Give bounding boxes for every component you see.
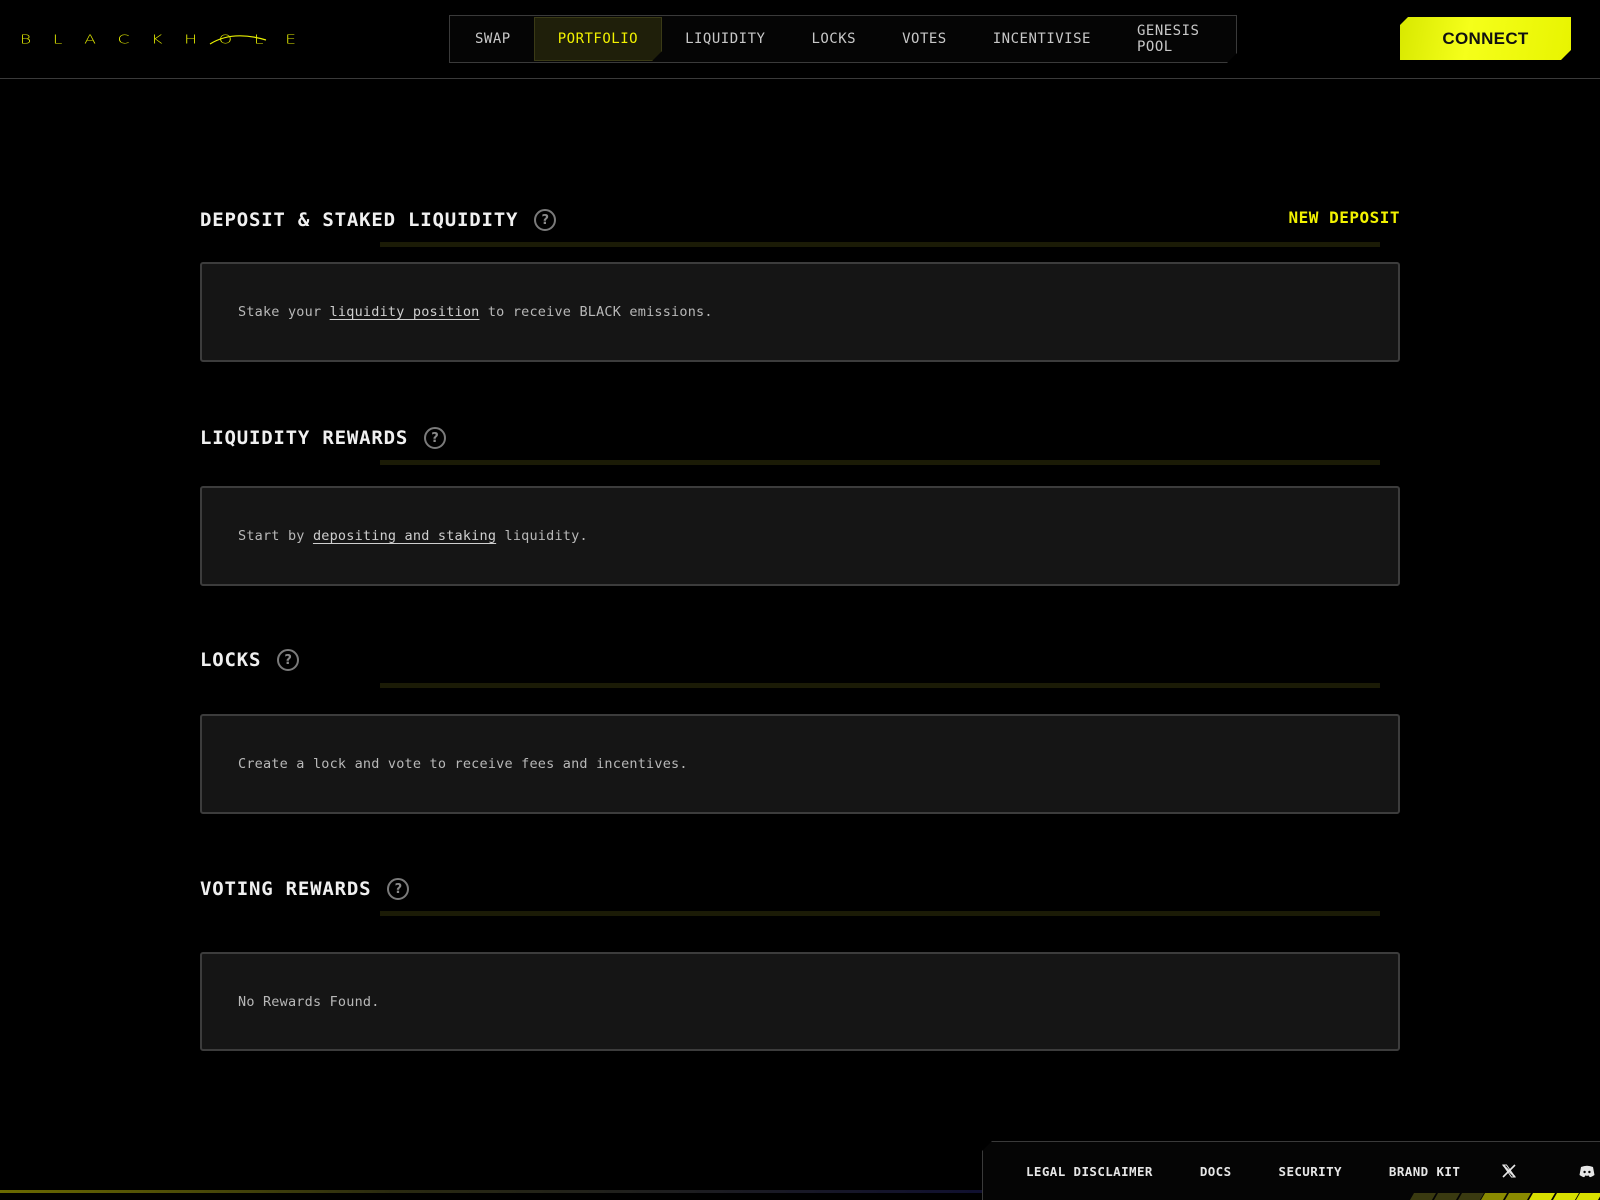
logo-letter: L (52, 32, 63, 48)
help-icon[interactable]: ? (387, 878, 410, 900)
logo-letter: B (20, 32, 32, 48)
liquidity-rewards-card: Start by depositing and staking liquidit… (200, 486, 1400, 586)
nav-item-swap[interactable]: SWAP (452, 17, 534, 61)
new-deposit-link[interactable]: NEW DEPOSIT (1289, 208, 1400, 227)
section-title: VOTING REWARDS (200, 878, 372, 900)
section-divider (380, 683, 1380, 688)
docs-link[interactable]: DOCS (1200, 1164, 1232, 1179)
nav-item-incentivise[interactable]: INCENTIVISE (970, 17, 1114, 61)
logo-letter: E (285, 32, 296, 48)
card-text-prefix: Stake your (238, 304, 330, 320)
card-text-suffix: to receive BLACK emissions. (479, 304, 713, 320)
security-link[interactable]: SECURITY (1279, 1164, 1342, 1179)
help-icon[interactable]: ? (277, 649, 300, 671)
nav-item-portfolio[interactable]: PORTFOLIO (534, 17, 662, 61)
help-icon[interactable]: ? (534, 209, 557, 231)
logo-letter: O (218, 32, 233, 48)
nav-item-genesis-pool[interactable]: GENESIS POOL (1114, 17, 1236, 61)
discord-icon[interactable] (1577, 1161, 1597, 1181)
liquidity-rewards-section: LIQUIDITY REWARDS ? Start by depositing … (200, 418, 1400, 586)
legal-disclaimer-link[interactable]: LEGAL DISCLAIMER (1026, 1164, 1153, 1179)
card-text-prefix: Start by (238, 528, 313, 544)
card-text: No Rewards Found. (238, 993, 380, 1010)
logo-letter: H (184, 32, 197, 48)
blackhole-logo[interactable]: B L A C K H O L E (20, 28, 296, 52)
voting-rewards-section: VOTING REWARDS ? No Rewards Found. (200, 869, 1400, 1051)
section-header: DEPOSIT & STAKED LIQUIDITY ? NEW DEPOSIT (200, 200, 1400, 240)
nav-item-locks[interactable]: LOCKS (788, 17, 879, 61)
nav-item-liquidity[interactable]: LIQUIDITY (662, 17, 788, 61)
logo-letter: C (117, 32, 130, 48)
logo-letter: L (253, 32, 264, 48)
liquidity-position-link[interactable]: liquidity position (330, 304, 480, 320)
deposit-section: DEPOSIT & STAKED LIQUIDITY ? NEW DEPOSIT… (200, 200, 1400, 362)
footer-bar: LEGAL DISCLAIMER DOCS SECURITY BRAND KIT (982, 1141, 1600, 1200)
x-icon[interactable] (1499, 1161, 1519, 1181)
decorative-stripes (1409, 1193, 1600, 1200)
section-header: VOTING REWARDS ? (200, 869, 1400, 909)
connect-button[interactable]: CONNECT (1400, 17, 1571, 60)
section-title: LIQUIDITY REWARDS (200, 427, 409, 449)
nav-item-votes[interactable]: VOTES (879, 17, 970, 61)
main-nav: SWAP PORTFOLIO LIQUIDITY LOCKS VOTES INC… (449, 15, 1237, 63)
help-icon[interactable]: ? (424, 427, 447, 449)
section-title: LOCKS (200, 649, 262, 671)
card-text: Start by depositing and staking liquidit… (238, 528, 588, 544)
top-header: B L A C K H O L E SWAP PORTFOLIO LIQUIDI… (0, 0, 1600, 79)
card-text: Create a lock and vote to receive fees a… (238, 756, 688, 772)
logo-letter: A (84, 32, 96, 48)
card-text-suffix: liquidity. (496, 528, 588, 544)
voting-rewards-card: No Rewards Found. (200, 952, 1400, 1051)
section-header: LIQUIDITY REWARDS ? (200, 418, 1400, 458)
section-header: LOCKS ? (200, 640, 1400, 680)
section-divider (380, 460, 1380, 465)
section-title: DEPOSIT & STAKED LIQUIDITY (200, 209, 519, 231)
depositing-and-staking-link[interactable]: depositing and staking (313, 528, 496, 544)
locks-card: Create a lock and vote to receive fees a… (200, 714, 1400, 814)
brand-kit-link[interactable]: BRAND KIT (1389, 1164, 1460, 1179)
bottom-glow-line (0, 1190, 982, 1193)
section-divider (380, 242, 1380, 247)
deposit-info-card: Stake your liquidity position to receive… (200, 262, 1400, 362)
card-text: Stake your liquidity position to receive… (238, 304, 713, 320)
logo-letter: K (151, 32, 163, 48)
section-divider (380, 911, 1380, 916)
locks-section: LOCKS ? Create a lock and vote to receiv… (200, 640, 1400, 814)
